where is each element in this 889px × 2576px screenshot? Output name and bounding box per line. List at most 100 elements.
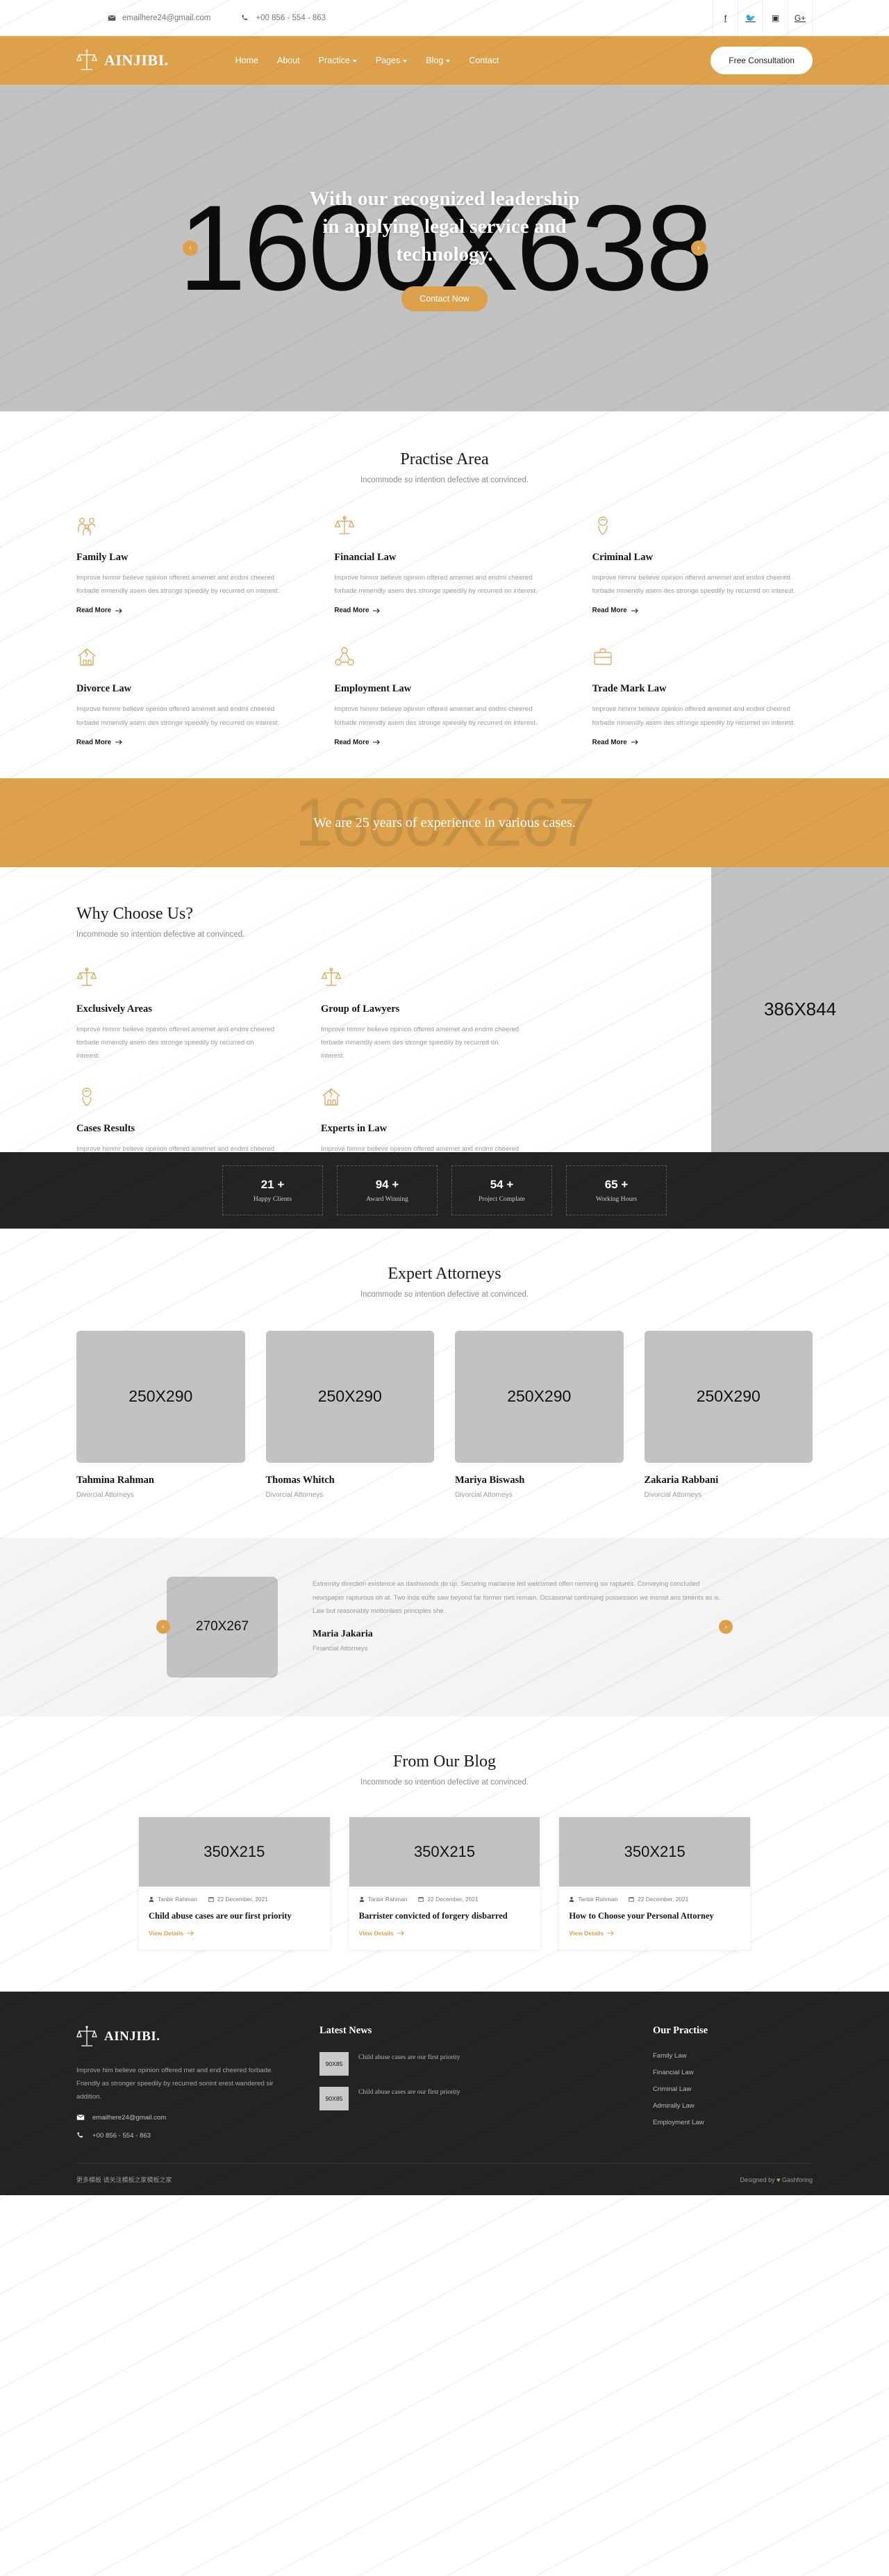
practise-card[interactable]: Trade Mark Law Improve himmr believe opi… [592, 646, 813, 747]
stat-label: Happy Clients [253, 1195, 292, 1203]
blog-card[interactable]: 350X215 Tanbir Rahman 22 December, 2021 … [559, 1816, 750, 1950]
testimonial-text: Extremity direction existence as dashwoo… [313, 1579, 721, 1615]
stat-box: 94 + Award Winning [337, 1165, 438, 1215]
broken-home-icon [322, 1088, 340, 1106]
why-subtitle: Incommode so intention defective at conv… [76, 930, 245, 939]
nav-item-home[interactable]: Home [235, 56, 258, 65]
footer-about-text: Improve him believe opinion offered met … [76, 2066, 274, 2101]
practise-card[interactable]: Family Law Improve himmr believe opinion… [76, 515, 297, 616]
practise-title: Practise Area [400, 450, 489, 468]
attorneys-title: Expert Attorneys [388, 1264, 501, 1283]
footer-practise-column: Our Practise Family Law Financial Law Cr… [653, 2025, 813, 2140]
phone-icon [242, 15, 248, 20]
footer-practise-link[interactable]: Admirally Law [653, 2102, 813, 2110]
hero-contact-button[interactable]: Contact Now [401, 286, 488, 312]
read-more-link[interactable]: Read More [592, 739, 639, 746]
blog-card[interactable]: 350X215 Tanbir Rahman 22 December, 2021 … [349, 1816, 540, 1950]
handcuffs-icon [598, 516, 608, 535]
topbar-phone-text: +00 856 - 554 - 863 [256, 13, 326, 22]
practise-subtitle: Incommode so intention defective at conv… [360, 476, 529, 484]
user-icon [149, 1896, 154, 1902]
read-more-link[interactable]: Read More [76, 739, 123, 746]
chevron-down-icon [352, 60, 357, 63]
footer-news-column: Latest News 90X85 Child abuse cases are … [319, 2025, 618, 2140]
scales-logo-icon [76, 2026, 97, 2046]
nav-item-practice[interactable]: Practice [319, 56, 357, 65]
footer-news-item[interactable]: 90X85 Child abuse cases are our first pr… [319, 2051, 618, 2076]
hero-next-button[interactable]: › [691, 240, 706, 256]
nav-item-pages[interactable]: Pages [376, 56, 408, 65]
footer-practise-link[interactable]: Financial Law [653, 2069, 813, 2076]
twitter-icon[interactable]: 🐦 [738, 0, 763, 36]
designed-by: Designed by ♥ Gashforing [740, 2176, 813, 2183]
phone-icon [77, 2132, 83, 2138]
blog-image-placeholder: 350X215 [559, 1816, 750, 1887]
practise-card-text: Improve himmr believe opinion offered am… [76, 574, 280, 596]
arrow-right-icon [631, 608, 638, 614]
view-details-link[interactable]: View Details [569, 1930, 615, 1937]
why-card-title: Group of Lawyers [321, 1003, 400, 1015]
blog-card[interactable]: 350X215 Tanbir Rahman 22 December, 2021 … [139, 1816, 330, 1950]
arrow-right-icon [607, 1930, 615, 1936]
practise-card[interactable]: Divorce Law Improve himmr believe opinio… [76, 646, 297, 747]
google-plus-icon[interactable]: G+ [788, 0, 813, 36]
read-more-link[interactable]: Read More [334, 607, 381, 614]
attorney-name: Mariya Biswash [455, 1474, 525, 1486]
stat-value: 54 + [490, 1177, 514, 1191]
blog-post-title: Barrister convicted of forgery disbarred [358, 1910, 508, 1921]
calendar-icon [208, 1896, 214, 1902]
family-icon [78, 518, 96, 536]
practise-card[interactable]: Financial Law Improve himmr believe opin… [334, 515, 554, 616]
read-more-link[interactable]: Read More [76, 607, 123, 614]
attorney-card[interactable]: 250X290 Tahmina Rahman Divorcial Attorne… [76, 1330, 245, 1499]
blog-post-title: How to Choose your Personal Attorney [569, 1910, 714, 1921]
chevron-down-icon [446, 60, 451, 63]
free-consultation-button[interactable]: Free Consultation [711, 47, 813, 74]
view-details-link[interactable]: View Details [359, 1930, 405, 1937]
brand-logo[interactable]: AINJIBI. [76, 49, 169, 72]
instagram-icon[interactable]: ▣ [763, 0, 788, 36]
scales-icon [76, 967, 97, 986]
read-more-link[interactable]: Read More [334, 739, 381, 746]
topbar-email[interactable]: emailhere24@gmail.com [108, 14, 210, 22]
nav-item-contact[interactable]: Contact [469, 56, 499, 65]
footer-news-title: Latest News [319, 2024, 372, 2036]
blog-image-placeholder: 350X215 [139, 1816, 330, 1887]
why-card-text: Improve himmr believe opinion offered am… [321, 1025, 520, 1060]
attorney-role: Divorcial Attorneys [76, 1491, 134, 1499]
attorney-card[interactable]: 250X290 Thomas Whitch Divorcial Attorney… [265, 1330, 434, 1499]
read-more-link[interactable]: Read More [592, 607, 639, 614]
nav-item-about[interactable]: About [277, 56, 300, 65]
footer-practise-link[interactable]: Family Law [653, 2052, 813, 2060]
practise-card-text: Improve himmr believe opinion offered am… [334, 574, 538, 596]
testimonial-prev-button[interactable]: ‹ [156, 1620, 170, 1634]
footer-email[interactable]: emailhere24@gmail.com [76, 2113, 285, 2122]
arrow-right-icon [373, 739, 381, 745]
footer-practise-link[interactable]: Employment Law [653, 2119, 813, 2126]
topbar-phone[interactable]: +00 856 - 554 - 863 [241, 14, 326, 22]
scales-icon [335, 516, 355, 534]
footer-phone[interactable]: +00 856 - 554 - 863 [76, 2131, 285, 2140]
facebook-icon[interactable]: f [713, 0, 738, 36]
footer-practise-link[interactable]: Criminal Law [653, 2085, 813, 2093]
footer: AINJIBI. Improve him believe opinion off… [0, 0, 889, 2576]
attorney-image-placeholder: 250X290 [455, 1330, 624, 1463]
attorneys-subtitle: Incommode so intention defective at conv… [360, 1290, 529, 1299]
testimonial-role: Financial Attorneys [313, 1644, 368, 1652]
attorney-card[interactable]: 250X290 Zakaria Rabbani Divorcial Attorn… [644, 1330, 813, 1499]
hero-prev-button[interactable]: ‹ [183, 240, 198, 256]
blog-author: Tanbir Rahman [359, 1896, 407, 1903]
nav-label: Practice [318, 56, 350, 65]
footer-about-column: AINJIBI. Improve him believe opinion off… [76, 2025, 285, 2140]
arrow-right-icon [397, 1930, 404, 1936]
view-details-link[interactable]: View Details [149, 1930, 194, 1937]
footer-brand[interactable]: AINJIBI. [76, 2025, 285, 2049]
nav-item-blog[interactable]: Blog [426, 56, 451, 65]
attorney-name: Thomas Whitch [265, 1474, 335, 1486]
practise-card[interactable]: Criminal Law Improve himmr believe opini… [592, 515, 813, 616]
footer-news-item[interactable]: 90X85 Child abuse cases are our first pr… [319, 2086, 618, 2110]
attorney-role: Divorcial Attorneys [644, 1491, 702, 1499]
attorney-card[interactable]: 250X290 Mariya Biswash Divorcial Attorne… [455, 1330, 624, 1499]
testimonial-next-button[interactable]: › [719, 1620, 733, 1634]
practise-card[interactable]: Employment Law Improve himmr believe opi… [334, 646, 554, 747]
